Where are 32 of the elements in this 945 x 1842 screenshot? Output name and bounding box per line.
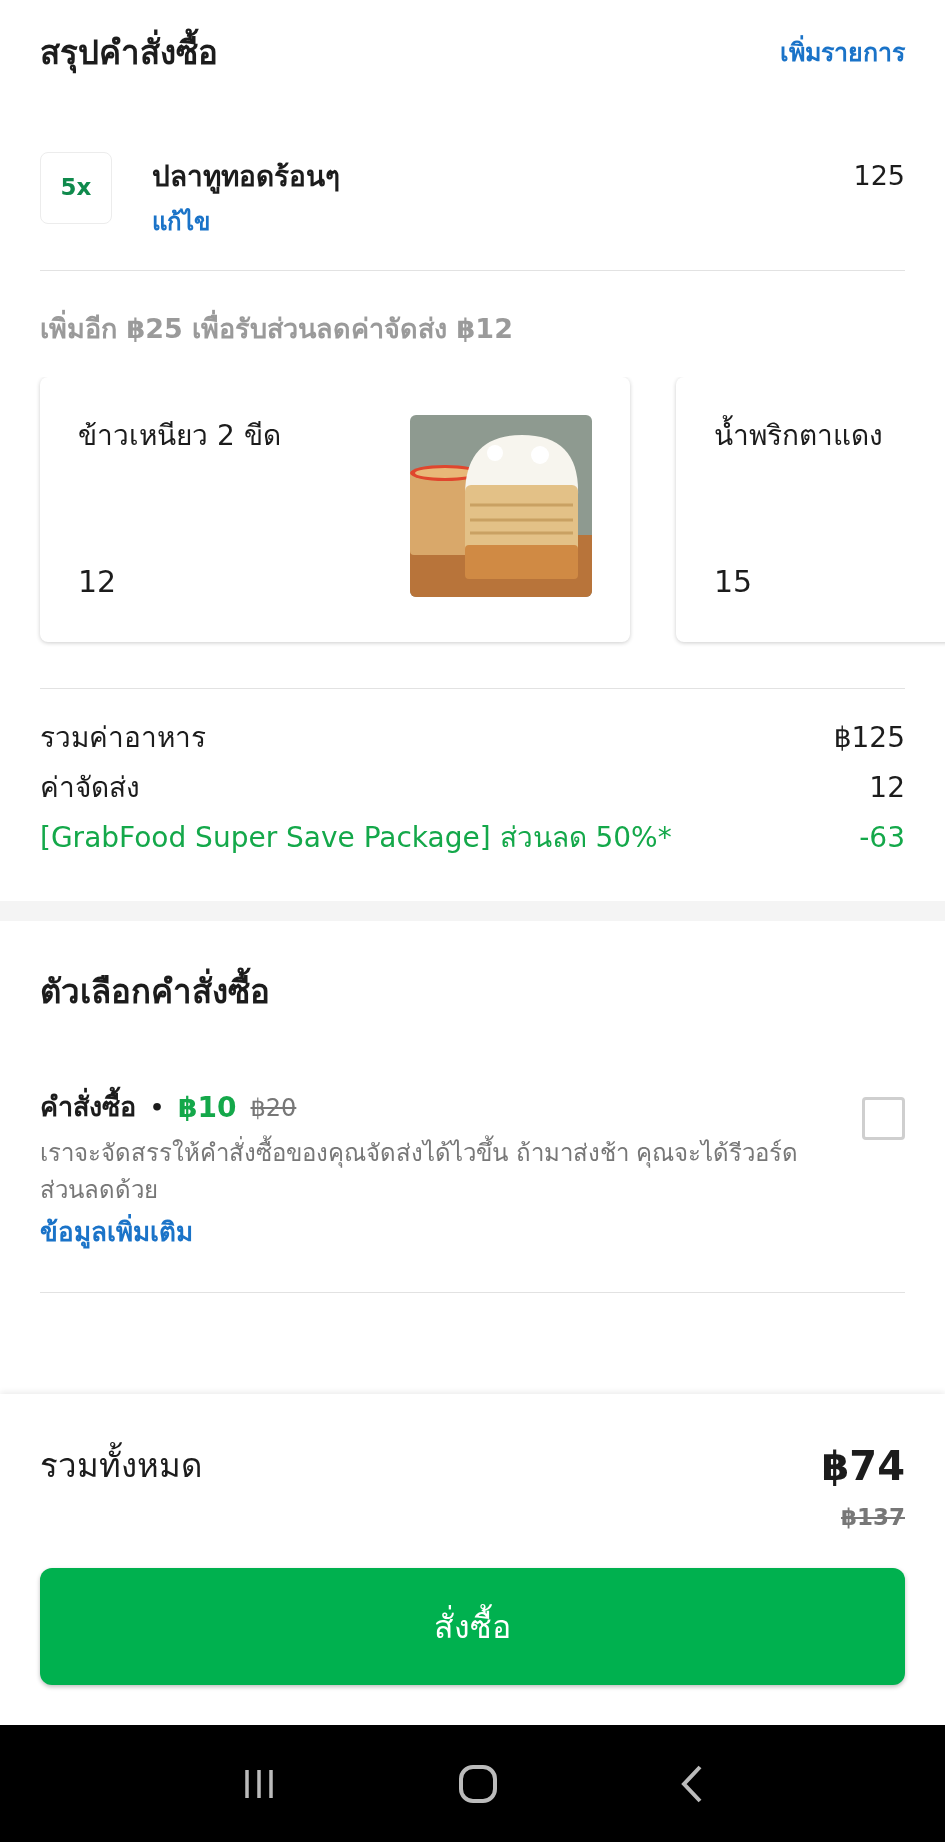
section-title: ตัวเลือกคำสั่งซื้อ <box>40 967 905 1017</box>
summary-label: รวมค่าอาหาร <box>40 720 206 756</box>
option-title: คำสั่งซื้อ <box>40 1087 136 1128</box>
option-price: ฿10 <box>178 1089 237 1126</box>
total-price: ฿74 <box>821 1441 905 1491</box>
item-price: 125 <box>853 158 905 193</box>
more-info-link[interactable]: ข้อมูลเพิ่มเติม <box>40 1212 822 1252</box>
order-button[interactable]: สั่งซื้อ <box>40 1568 905 1685</box>
product-name: ข้าวเหนียว 2 ขีด <box>78 418 281 454</box>
product-price: 12 <box>78 563 118 601</box>
add-items-link[interactable]: เพิ่มรายการ <box>780 34 905 72</box>
option-description: เราจะจัดสรรให้คำสั่งซื้อของคุณจัดส่งได้ไวขึ้น ถ้ามาส่งช้า คุณจะได้รีวอร์ดส่วนลดด้วย <box>40 1134 822 1209</box>
quantity-badge: 5x <box>40 151 112 224</box>
home-icon[interactable] <box>458 1763 499 1804</box>
product-name: น้ำพริกตาแดง <box>714 415 883 457</box>
edit-link[interactable]: แก้ไข <box>152 203 854 240</box>
product-price: 15 <box>714 563 754 601</box>
upsell-hint: เพิ่มอีก ฿25 เพื่อรับส่วนลดค่าจัดส่ง ฿12 <box>40 309 514 346</box>
total-label: รวมทั้งหมด <box>40 1440 202 1491</box>
summary-value: 12 <box>869 770 905 806</box>
summary-value: -63 <box>859 820 905 856</box>
summary-label: [GrabFood Super Save Package] ส่วนลด 50%* <box>40 820 672 856</box>
bullet: • <box>150 1094 165 1122</box>
summary-label: ค่าจัดส่ง <box>40 770 140 806</box>
original-price: ฿20 <box>250 1092 297 1124</box>
product-card[interactable]: ข้าวเหนียว 2 ขีด 12 <box>40 377 630 642</box>
item-name: ปลาทูทอดร้อนๆ <box>152 158 341 196</box>
summary-value: ฿125 <box>833 720 905 756</box>
checkbox[interactable] <box>862 1096 905 1140</box>
original-total: ฿137 <box>841 1502 905 1532</box>
product-card[interactable]: น้ำพริกตาแดง 15 <box>676 377 945 642</box>
section-title: สรุปคำสั่งซื้อ <box>40 28 218 78</box>
